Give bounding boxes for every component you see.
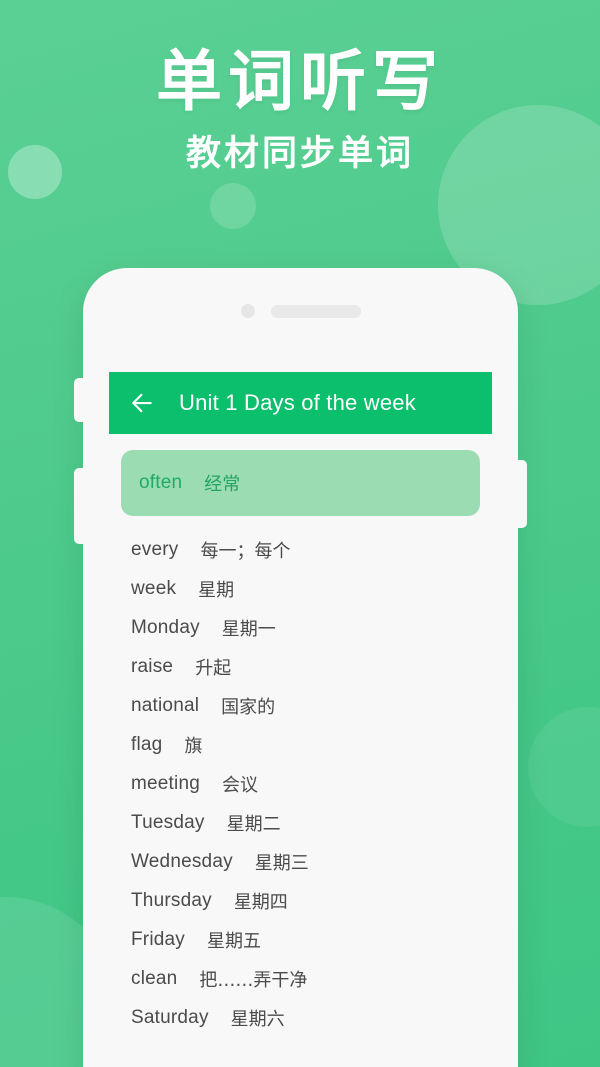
word-chinese: 把……弄干净 [199, 969, 308, 991]
word-chinese: 星期二 [226, 813, 281, 835]
word-row[interactable]: every 每一；每个 [109, 530, 492, 569]
word-english: meeting [131, 772, 200, 794]
word-row[interactable]: Tuesday 星期二 [109, 803, 492, 842]
word-english: Monday [131, 616, 200, 638]
phone-top-bezel [83, 268, 518, 354]
word-chinese: 升起 [195, 657, 232, 679]
word-row[interactable]: raise 升起 [109, 647, 492, 686]
word-row[interactable]: Saturday 星期六 [109, 998, 492, 1037]
word-chinese: 星期三 [254, 852, 309, 874]
decorative-circle-center [210, 183, 256, 229]
word-chinese: 经常 [204, 474, 241, 495]
decorative-circle-right-lower [528, 707, 600, 827]
word-chinese: 国家的 [221, 696, 276, 718]
word-english: raise [131, 655, 174, 677]
word-english: Thursday [131, 889, 212, 911]
phone-mockup: Unit 1 Days of the week often 经常 every 每一；每… [74, 268, 527, 1067]
word-row[interactable]: clean 把……弄干净 [109, 959, 492, 998]
word-list: often 经常 every 每一；每个 week 星期 Monday 星期一 raise 升起 n… [109, 434, 492, 1037]
phone-screen: Unit 1 Days of the week often 经常 every 每一；每… [109, 372, 492, 1067]
camera-dot-icon [240, 304, 255, 318]
word-chinese: 会议 [222, 774, 258, 796]
word-english: clean [131, 967, 178, 989]
app-header: Unit 1 Days of the week [109, 372, 492, 434]
word-english: every [131, 538, 179, 560]
hero-subtitle: 教材同步单词 [185, 134, 414, 175]
word-english: week [131, 577, 177, 599]
back-arrow-icon[interactable] [127, 388, 157, 418]
word-row[interactable]: national 国家的 [109, 686, 492, 725]
phone-power-button[interactable] [515, 460, 527, 528]
word-row[interactable]: Friday 星期五 [109, 920, 492, 959]
word-english: often [139, 472, 183, 493]
word-english: Saturday [131, 1006, 209, 1028]
word-row-active[interactable]: often 经常 [121, 450, 480, 516]
word-chinese: 旗 [184, 735, 203, 757]
phone-mute-switch[interactable] [74, 378, 86, 422]
hero-title: 单词听写 [156, 43, 444, 120]
word-english: flag [131, 733, 163, 755]
word-row[interactable]: Wednesday 星期三 [109, 842, 492, 881]
word-chinese: 星期一 [221, 618, 276, 640]
word-row[interactable]: Monday 星期一 [109, 608, 492, 647]
hero-text-block: 单词听写 教材同步单词 [0, 44, 600, 175]
word-chinese: 星期六 [230, 1008, 285, 1030]
word-row[interactable]: week 星期 [109, 569, 492, 608]
phone-volume-button[interactable] [74, 468, 86, 544]
word-english: national [131, 694, 200, 716]
word-chinese: 星期 [198, 579, 235, 601]
word-english: Friday [131, 928, 185, 950]
speaker-slot-icon [270, 304, 361, 318]
word-row[interactable]: Thursday 星期四 [109, 881, 492, 920]
page-title: Unit 1 Days of the week [179, 390, 416, 415]
word-row[interactable]: meeting 会议 [109, 764, 492, 803]
word-english: Wednesday [131, 850, 233, 872]
promo-banner: 单词听写 教材同步单词 Unit 1 Days of the week ofte… [0, 0, 600, 1067]
word-english: Tuesday [131, 811, 205, 833]
word-chinese: 星期五 [207, 930, 261, 952]
word-chinese: 星期四 [233, 891, 288, 913]
word-row[interactable]: flag 旗 [109, 725, 492, 764]
word-chinese: 每一；每个 [200, 540, 291, 562]
